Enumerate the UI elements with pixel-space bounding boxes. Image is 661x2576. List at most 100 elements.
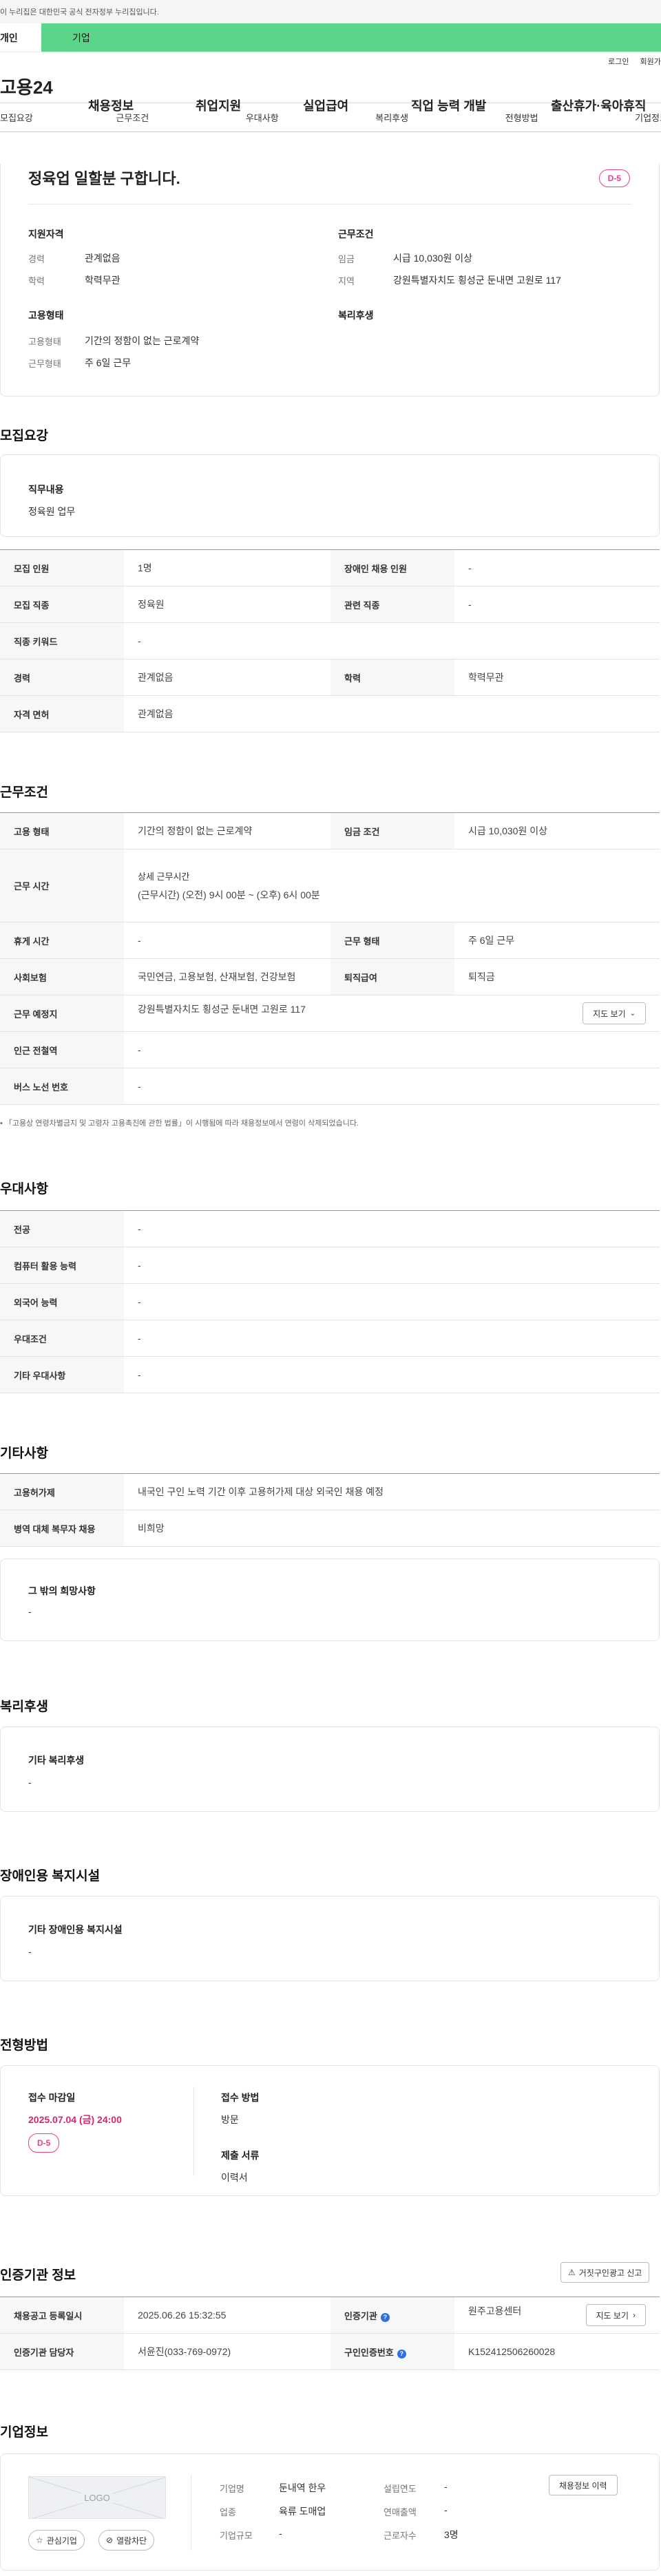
subtab-recruit[interactable]: 모집요강 xyxy=(0,111,33,124)
edu-value: 학력무관 xyxy=(85,275,120,286)
table-row: 버스 노선 번호 - xyxy=(0,1068,660,1105)
table-row: 근무 예정지 강원특별자치도 횡성군 둔내면 고원로 117 지도 보기 ⌄ xyxy=(0,995,660,1032)
divider xyxy=(193,2087,194,2176)
reg-date-label: 채용공고 등록일시 xyxy=(0,2297,124,2334)
user-type-tabs: 개인 기업 xyxy=(0,23,661,52)
sales-value: - xyxy=(444,2504,448,2515)
table-row: 인증기관 담당자 서윤진(033-769-0972) 구인인증번호? K1524… xyxy=(0,2333,660,2370)
site-logo[interactable]: 고용24 xyxy=(0,74,83,99)
method-label: 접수 방법 xyxy=(221,2092,260,2103)
company-size-value: - xyxy=(279,2528,282,2539)
table-row: 전공 - xyxy=(0,1210,660,1247)
company-logo: LOGO xyxy=(28,2476,166,2519)
welfare-box-value: - xyxy=(28,1777,32,1788)
major-label: 전공 xyxy=(0,1210,124,1247)
gnb-item-unemployment-benefit[interactable]: 실업급여 xyxy=(303,96,348,114)
info-icon[interactable]: ? xyxy=(380,2312,390,2322)
process-heading: 전형방법 xyxy=(0,2038,48,2053)
join-link[interactable]: 회원가입 xyxy=(640,56,661,67)
recruit-count-label: 모집 인원 xyxy=(0,549,124,587)
disability-box-title: 기타 장애인용 복지시설 xyxy=(28,1924,123,1935)
language-value: - xyxy=(124,1283,660,1320)
eps-value: 내국인 구인 노력 기간 이후 고용허가제 대상 외국인 채용 예정 xyxy=(124,1473,660,1510)
license-value: 관계없음 xyxy=(124,695,660,732)
cond-title: 근무조건 xyxy=(338,229,374,240)
block-icon: ⊘ xyxy=(106,2535,114,2545)
disability-heading: 장애인용 복지시설 xyxy=(0,1869,101,1883)
rest-value: - xyxy=(124,922,330,959)
map-button[interactable]: 지도 보기 ⌄ xyxy=(583,1002,646,1024)
siren-icon: ⚠ xyxy=(568,2268,576,2277)
staff-label: 인증기관 담당자 xyxy=(0,2333,124,2370)
staff-value: 서윤진(033-769-0972) xyxy=(124,2333,330,2370)
gnb-item-jobs[interactable]: 채용정보 xyxy=(88,96,134,114)
career-value: 관계없음 xyxy=(85,253,120,264)
gnb-item-job-training[interactable]: 직업 능력 개발 xyxy=(411,96,486,114)
job-title: 정육업 일할분 구합니다. xyxy=(28,170,180,187)
block-button[interactable]: ⊘ 열람차단 xyxy=(98,2530,155,2551)
workform-label: 근무형태 xyxy=(28,359,61,369)
wage-label: 임금 xyxy=(338,254,355,264)
prefer-heading: 우대사항 xyxy=(0,1182,48,1196)
disabled-count-label: 장애인 채용 인원 xyxy=(330,549,454,587)
bus-value: - xyxy=(124,1068,660,1105)
career-row-label: 경력 xyxy=(0,659,124,696)
workform-row-value: 주 6일 근무 xyxy=(454,922,660,959)
recruit-heading: 모집요강 xyxy=(0,429,48,443)
table-row: 휴게 시간 - 근무 형태 주 6일 근무 xyxy=(0,922,660,959)
page: 이 누리집은 대한민국 공식 전자정부 누리집입니다. 개인 기업 로그인 회원… xyxy=(0,0,661,2576)
job-keyword-value: - xyxy=(124,622,660,659)
prefer-etc-label: 기타 우대사항 xyxy=(0,1356,124,1393)
fav-company-button[interactable]: ☆ 관심기업 xyxy=(28,2530,85,2551)
utility-links: 로그인 회원가입 xyxy=(0,52,661,70)
recruit-table: 모집 인원 1명 장애인 채용 인원 - 모집 직종 정육원 관련 직종 - 직… xyxy=(0,549,660,732)
career-row-value: 관계없음 xyxy=(124,659,330,696)
subtab-process[interactable]: 전형방법 xyxy=(505,111,538,124)
company-name-value: 둔내역 한우 xyxy=(279,2482,326,2493)
table-row: 모집 직종 정육원 관련 직종 - xyxy=(0,586,660,623)
workplace-cell: 강원특별자치도 횡성군 둔내면 고원로 117 지도 보기 ⌄ xyxy=(124,995,660,1032)
chevron-right-icon: › xyxy=(633,2310,636,2320)
gnb-item-employment-support[interactable]: 취업지원 xyxy=(196,96,241,114)
agency-map-button[interactable]: 지도 보기 › xyxy=(585,2304,646,2326)
eps-label: 고용허가제 xyxy=(0,1473,124,1510)
retire-value: 퇴직금 xyxy=(454,958,660,995)
report-button[interactable]: ⚠ 거짓구인광고 신고 xyxy=(560,2262,650,2283)
age-note: • 「고용상 연령차별금지 및 고령자 고용촉진에 관한 법률」이 시행됨에 따… xyxy=(0,1119,359,1128)
region-label: 지역 xyxy=(338,276,355,286)
tab-company[interactable]: 기업 xyxy=(41,23,661,52)
bus-label: 버스 노선 번호 xyxy=(0,1068,124,1105)
reg-date-value: 2025.06.26 15:32:55 xyxy=(124,2297,330,2334)
report-button-label: 거짓구인광고 신고 xyxy=(578,2268,642,2278)
subtab-welfare[interactable]: 복리후생 xyxy=(375,111,408,124)
workform-value: 주 6일 근무 xyxy=(85,357,132,368)
cert-num-value: K152412506260028 xyxy=(454,2333,660,2370)
company-size-label: 기업규모 xyxy=(220,2531,253,2541)
emptype-row-value: 기간의 정함이 없는 근로계약 xyxy=(124,812,330,849)
subtab-prefer[interactable]: 우대사항 xyxy=(246,111,279,124)
agency-table: 채용공고 등록일시 2025.06.26 15:32:55 인증기관? 원주고용… xyxy=(0,2297,660,2370)
fav-company-label: 관심기업 xyxy=(46,2535,77,2546)
history-button[interactable]: 채용정보 이력 xyxy=(549,2475,618,2495)
agency-map-button-label: 지도 보기 xyxy=(596,2310,629,2321)
etc-box-title: 그 밖의 희망사항 xyxy=(28,1585,96,1596)
dday-badge: D-5 xyxy=(598,169,630,187)
method-value: 방문 xyxy=(221,2114,239,2125)
summary-card: 정육업 일할분 구합니다. D-5 지원자격 경력 관계없음 학력 학력무관 근… xyxy=(0,164,660,397)
tab-personal[interactable]: 개인 xyxy=(0,23,41,52)
process-box: 접수 마감일 2025.07.04 (금) 24:00 D-5 접수 방법 방문… xyxy=(0,2065,660,2196)
org-label-cell: 인증기관? xyxy=(330,2297,454,2334)
major-value: - xyxy=(124,1210,660,1247)
deadline-value: 2025.07.04 (금) 24:00 xyxy=(28,2114,122,2125)
prefer-cond-value: - xyxy=(124,1320,660,1357)
license-label: 자격 면허 xyxy=(0,695,124,732)
disability-box: 기타 장애인용 복지시설 - xyxy=(0,1896,660,1981)
gnb-item-parental-leave[interactable]: 출산휴가·육아휴직 xyxy=(551,96,646,114)
login-link[interactable]: 로그인 xyxy=(608,56,629,67)
company-heading: 기업정보 xyxy=(0,2425,48,2440)
process-dday-badge: D-5 xyxy=(28,2133,60,2153)
org-label: 인증기관 xyxy=(344,2310,377,2321)
recruit-count-value: 1명 xyxy=(124,549,330,587)
military-value: 비희망 xyxy=(124,1510,660,1547)
info-icon[interactable]: ? xyxy=(397,2349,406,2358)
